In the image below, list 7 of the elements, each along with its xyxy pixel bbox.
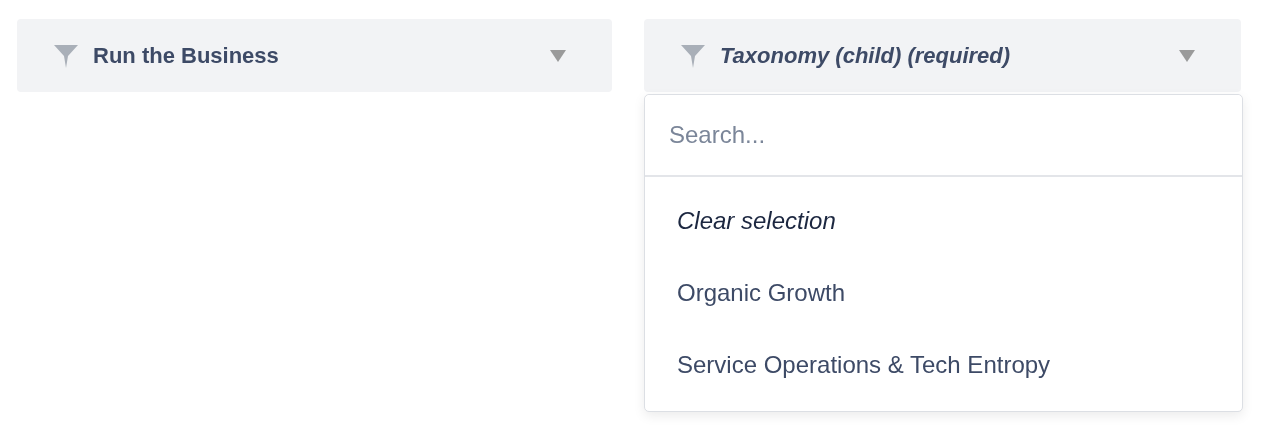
dropdown-option[interactable]: Service Operations & Tech Entropy xyxy=(645,329,1242,401)
dropdown-option[interactable]: Organic Growth xyxy=(645,257,1242,329)
caret-icon xyxy=(550,49,566,62)
caret-icon xyxy=(1179,49,1195,62)
filter-dropdown[interactable]: Run the Business xyxy=(17,19,612,92)
dropdown-option[interactable]: Clear selection xyxy=(645,185,1242,257)
filter-dropdown[interactable]: Taxonomy (child) (required) xyxy=(644,19,1241,92)
